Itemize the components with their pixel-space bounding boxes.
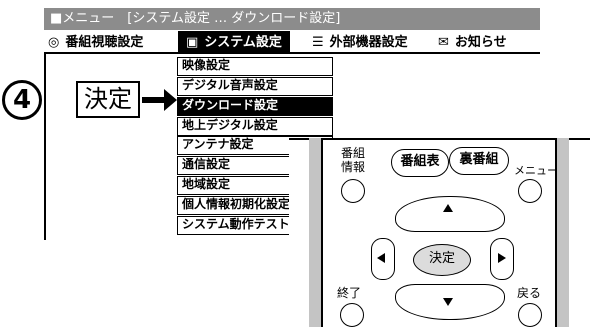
right-arrow-icon bbox=[498, 253, 506, 263]
exit-button[interactable] bbox=[340, 303, 364, 327]
menu-item-digital-audio-settings[interactable]: デジタル音声設定 bbox=[177, 77, 333, 96]
menu-item-terrestrial-digital-settings[interactable]: 地上デジタル設定 bbox=[177, 117, 333, 136]
menu-tab-bar: ◎ 番組視聴設定 ▣ システム設定 ☰ 外部機器設定 ✉ お知らせ bbox=[44, 31, 540, 54]
tab-program-viewing-settings[interactable]: ◎ 番組視聴設定 bbox=[48, 31, 143, 54]
program-guide-button[interactable]: 番組表 bbox=[391, 149, 449, 177]
up-arrow-icon bbox=[443, 204, 453, 212]
remote-control-panel: 番組 情報 番組表 裏番組 メニュー 決定 終了 戻る bbox=[289, 138, 590, 327]
tab-system-settings[interactable]: ▣ システム設定 bbox=[178, 31, 290, 54]
program-info-label-line1: 番組 bbox=[340, 146, 365, 160]
menu-title: ■メニュー [システム設定 … ダウンロード設定] bbox=[50, 11, 341, 26]
tab-label: 番組視聴設定 bbox=[65, 35, 144, 50]
screen-left-border bbox=[44, 54, 46, 240]
arrow-right-icon bbox=[142, 97, 166, 103]
menu-title-bar: ■メニュー [システム設定 … ダウンロード設定] bbox=[44, 8, 540, 30]
up-button[interactable] bbox=[395, 196, 505, 232]
program-viewing-icon: ◎ bbox=[48, 35, 60, 50]
back-button[interactable] bbox=[518, 303, 542, 327]
back-label: 戻る bbox=[516, 286, 541, 300]
kettei-button[interactable]: 決定 bbox=[413, 244, 471, 276]
menu-item-video-settings[interactable]: 映像設定 bbox=[177, 57, 333, 76]
system-settings-icon: ▣ bbox=[186, 35, 199, 50]
program-info-button[interactable] bbox=[341, 179, 365, 203]
tab-label: 外部機器設定 bbox=[329, 35, 408, 50]
external-device-icon: ☰ bbox=[312, 35, 324, 50]
program-info-label-line2: 情報 bbox=[340, 160, 365, 174]
remote-left-rail bbox=[309, 138, 321, 327]
down-arrow-icon bbox=[443, 298, 453, 306]
tab-notifications[interactable]: ✉ お知らせ bbox=[438, 31, 507, 54]
tab-label: お知らせ bbox=[454, 35, 507, 50]
ura-bangumi-button[interactable]: 裏番組 bbox=[449, 147, 509, 175]
arrow-head-icon bbox=[164, 89, 177, 111]
menu-button[interactable] bbox=[518, 179, 542, 203]
tab-external-device-settings[interactable]: ☰ 外部機器設定 bbox=[312, 31, 408, 54]
remote-left-edge bbox=[321, 138, 323, 327]
program-info-label: 番組 情報 bbox=[336, 146, 370, 174]
step-number: 4 bbox=[2, 80, 42, 120]
exit-label: 終了 bbox=[336, 286, 361, 300]
tab-label: システム設定 bbox=[204, 35, 282, 50]
menu-item-download-settings[interactable]: ダウンロード設定 bbox=[177, 97, 333, 116]
remote-top-border bbox=[289, 138, 590, 140]
menu-label: メニュー bbox=[514, 164, 558, 177]
kettei-action-label: 決定 bbox=[76, 81, 140, 118]
left-arrow-icon bbox=[377, 253, 385, 263]
mail-icon: ✉ bbox=[438, 35, 449, 50]
